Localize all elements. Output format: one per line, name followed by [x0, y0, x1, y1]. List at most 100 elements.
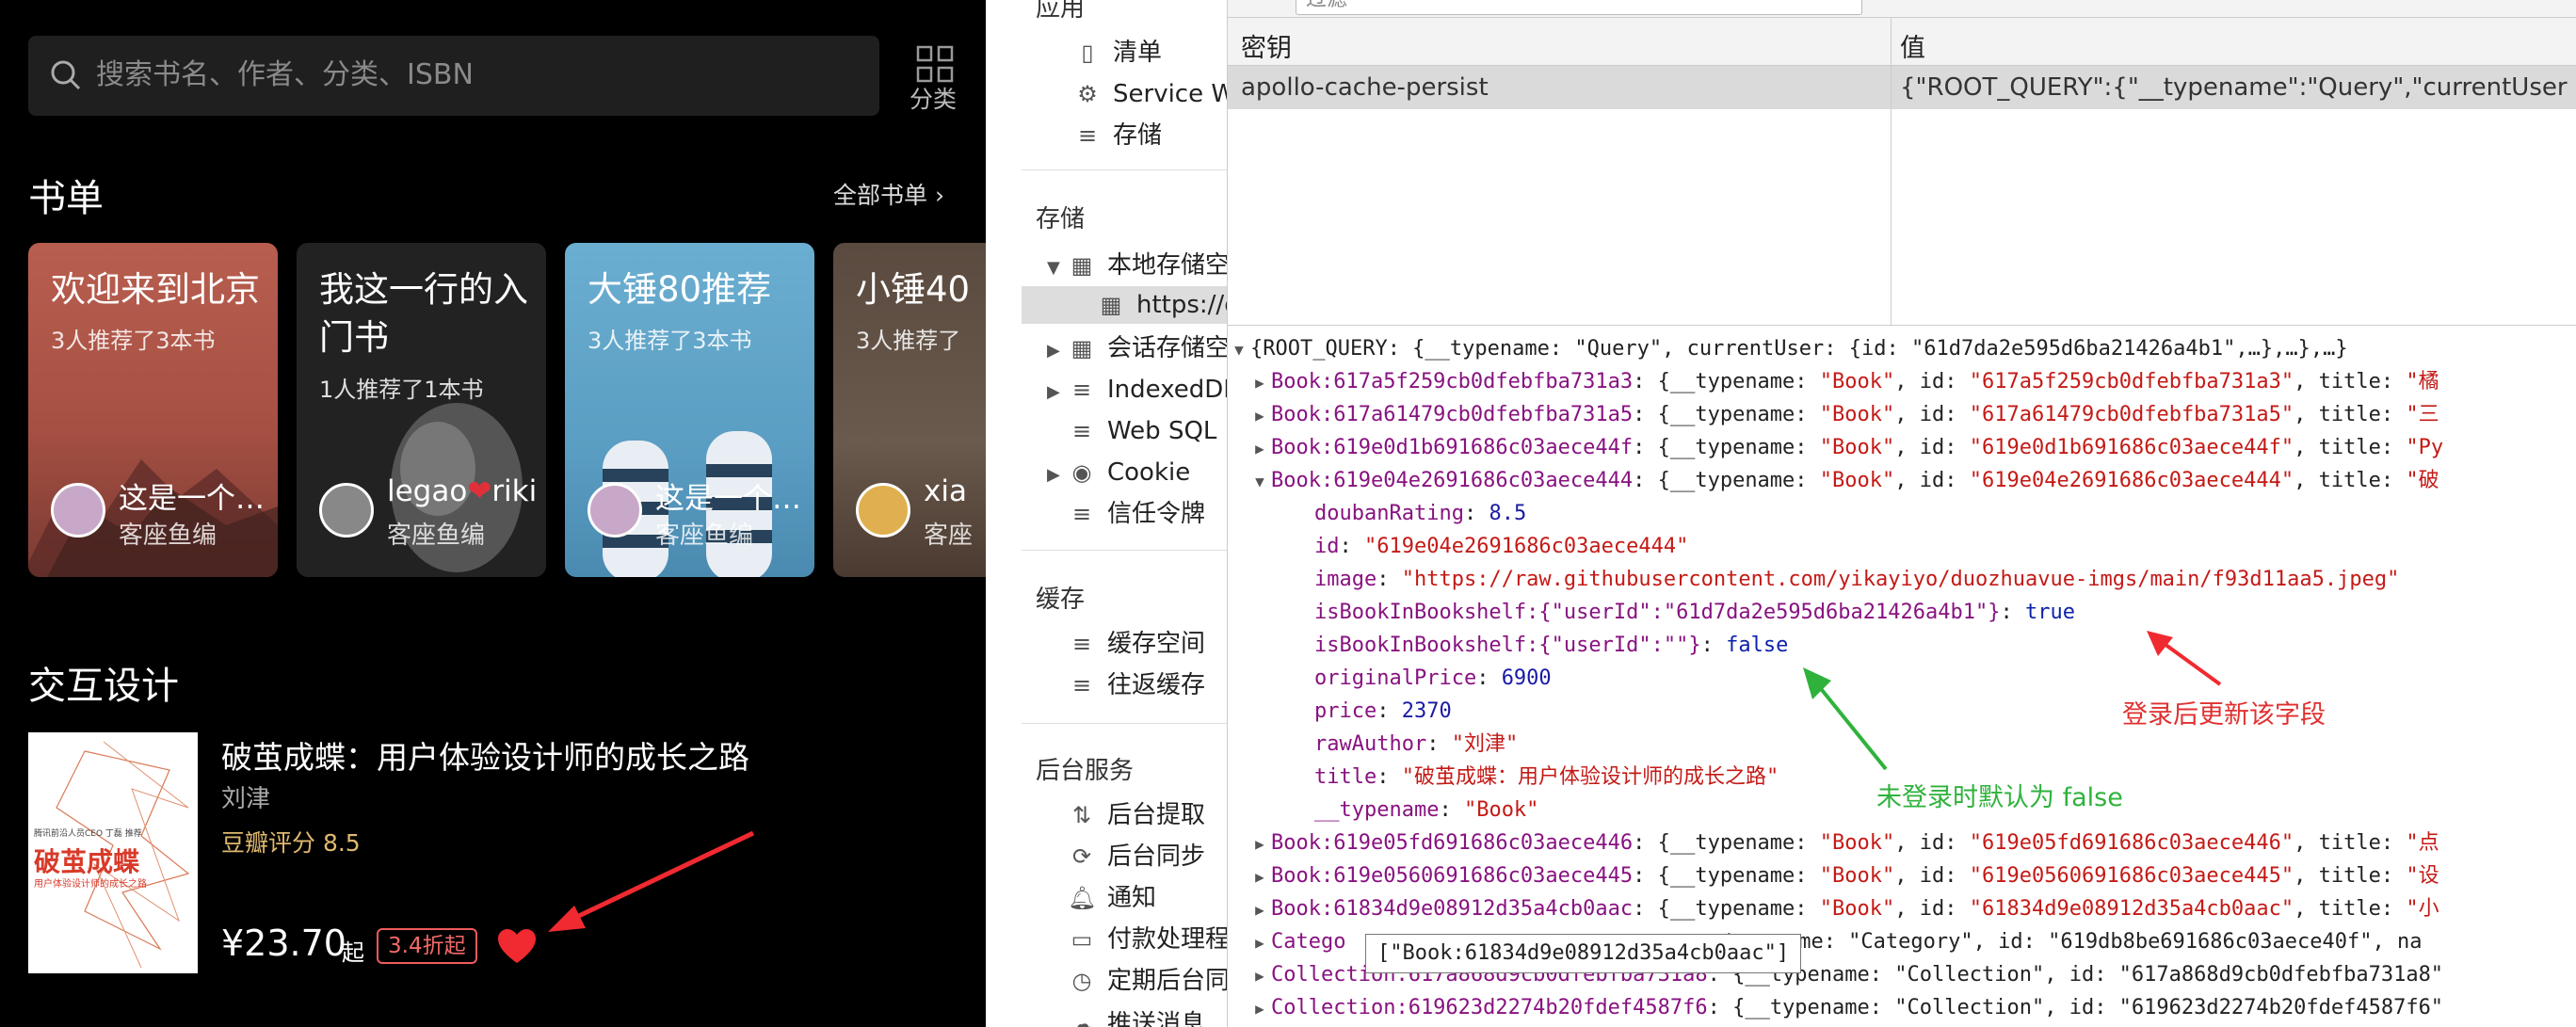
card-role: 客座鱼编	[655, 522, 754, 550]
book-author: 刘津	[221, 785, 271, 813]
sidebar-item-service-worker[interactable]: ⚙Service Wo	[1073, 75, 1227, 113]
search-bar[interactable]: 搜索书名、作者、分类、ISBN	[28, 36, 879, 116]
avatar	[856, 483, 910, 538]
tree-root[interactable]: ▼ {ROOT_QUERY: {__typename: "Query", curr…	[1228, 332, 2347, 365]
sidebar-item-notifications[interactable]: 🔔︎ 通知	[1068, 879, 1156, 917]
sidebar-item-bg-fetch[interactable]: ⇅ 后台提取	[1068, 796, 1205, 834]
file-icon: ▯	[1081, 40, 1094, 66]
grid-icon[interactable]	[916, 45, 954, 83]
sidebar-item-push-messaging[interactable]: ☁ 推送消息	[1068, 1005, 1205, 1027]
discount-badge: 3.4折起	[377, 928, 477, 964]
tree-node[interactable]: ▶ Book:619e05fd691686c03aece446: {__typen…	[1248, 826, 2439, 859]
chevron-down-icon: ▼	[1255, 473, 1264, 490]
json-tree-view: ▼ {ROOT_QUERY: {__typename: "Query", curr…	[1228, 331, 2576, 1027]
devtools-sidebar: 应用 ▯清单 ⚙Service Wo ≡存储 存储 ▼▦本地存储空 ▦https…	[1022, 0, 1228, 1027]
chevron-right-icon: ▶	[1047, 382, 1060, 402]
booklist-card[interactable]: 我这一行的入门书 1人推荐了1本书 legao❤riki 客座鱼编	[297, 243, 546, 577]
column-divider	[1891, 18, 1892, 325]
book-title[interactable]: 破茧成蝶：用户体验设计师的成长之路	[221, 732, 749, 778]
database-icon: ≡	[1071, 631, 1092, 657]
avatar	[51, 483, 105, 538]
card-subtitle: 3人推荐了3本书	[51, 328, 216, 354]
tree-node[interactable]: ▶ Book:619e0d1b691686c03aece44f: {__typen…	[1248, 431, 2443, 464]
book-rating: 豆瓣评分 8.5	[221, 829, 361, 857]
sidebar-item-manifest[interactable]: ▯ 清单	[1073, 34, 1162, 72]
chevron-right-icon: ▶	[1047, 465, 1060, 485]
tree-node[interactable]: ▶ Book:619e0560691686c03aece445: {__typen…	[1248, 859, 2439, 892]
card-subtitle: 3人推荐了	[856, 328, 961, 354]
booklist-title: 书单	[28, 177, 104, 220]
sidebar-item-payment-handler[interactable]: ▭ 付款处理程	[1068, 921, 1227, 958]
chevron-right-icon: ▶	[1255, 1000, 1264, 1018]
bell-icon: 🔔︎	[1068, 885, 1097, 911]
tree-node[interactable]: ▶ Collection:619623d2274b20fdef4587f6: {_…	[1248, 991, 2443, 1024]
tree-node-expanded[interactable]: ▼ Book:619e04e2691686c03aece444: {__typen…	[1248, 464, 2439, 497]
heart-icon[interactable]	[496, 927, 538, 965]
divider	[1022, 169, 1227, 170]
chevron-down-icon: ▼	[1234, 341, 1244, 359]
sidebar-item-web-sql[interactable]: ≡ Web SQL	[1068, 412, 1216, 450]
table-icon: ▦	[1071, 335, 1093, 361]
database-icon: ≡	[1077, 122, 1098, 149]
booklist-card[interactable]: 小锤40 3人推荐了 xia 客座	[833, 243, 986, 577]
column-header-value[interactable]: 值	[1900, 27, 1925, 64]
tree-prop: originalPrice: 6900	[1314, 666, 1552, 690]
annotation-default-false: 未登录时默认为 false	[1876, 783, 2123, 812]
avatar	[588, 483, 642, 538]
sidebar-header-background: 后台服务	[1036, 757, 1135, 785]
column-header-key[interactable]: 密钥	[1241, 27, 1292, 64]
cover-top: 腾讯前沿人员CEO 丁磊 推荐	[34, 829, 142, 839]
sidebar-item-trust-tokens[interactable]: ≡ 信任令牌	[1068, 495, 1205, 533]
tree-node[interactable]: ▶ Book:617a61479cb0dfebfba731a5: {__typen…	[1248, 398, 2439, 431]
booklist-card[interactable]: 欢迎来到北京 3人推荐了3本书 这是一个… 客座鱼编	[28, 243, 278, 577]
chevron-right-icon: ▶	[1255, 901, 1264, 919]
divider	[1228, 325, 2576, 326]
sidebar-item-cache-storage[interactable]: ≡ 缓存空间	[1068, 625, 1205, 663]
sidebar-header-cache: 缓存	[1036, 586, 1086, 614]
category-label[interactable]: 分类	[910, 81, 957, 115]
tree-prop: doubanRating: 8.5	[1314, 502, 1527, 525]
filter-toolbar: 过滤	[1228, 0, 2576, 18]
sidebar-item-indexeddb[interactable]: ▶ ≡ IndexedDB	[1047, 371, 1227, 409]
sidebar-item-bg-sync[interactable]: ⟳ 后台同步	[1068, 838, 1205, 875]
tree-prop: __typename: "Book"	[1314, 798, 1539, 822]
section-title: 交互设计	[28, 665, 179, 708]
card-role: 客座	[924, 522, 974, 550]
annotation-arrow	[1803, 667, 1888, 771]
cover-tagline: 用户体验设计师的成长之路	[34, 879, 147, 890]
chevron-right-icon: ▶	[1047, 341, 1060, 361]
tree-prop: isBookInBookshelf:{"userId":""}: false	[1314, 634, 1789, 657]
all-booklists-link[interactable]: 全部书单 ›	[833, 177, 944, 211]
arrows-updown-icon: ⇅	[1071, 802, 1092, 828]
sidebar-item-session-storage[interactable]: ▶ ▦ 会话存储空	[1047, 329, 1227, 367]
database-icon: ≡	[1071, 377, 1092, 403]
divider	[1022, 550, 1227, 551]
card-subtitle: 1人推荐了1本书	[319, 377, 484, 403]
tree-prop: isBookInBookshelf:{"userId":"61d7da2e595…	[1314, 601, 2075, 624]
tree-prop: id: "619e04e2691686c03aece444"	[1314, 535, 1689, 558]
table-row[interactable]: apollo-cache-persist {"ROOT_QUERY":{"__t…	[1228, 66, 2576, 109]
tree-node[interactable]: ▶ Book:61834d9e08912d35a4cb0aac: {__typen…	[1248, 892, 2439, 925]
database-icon: ≡	[1071, 672, 1092, 698]
card-title: 欢迎来到北京	[51, 269, 260, 310]
sidebar-item-local-storage[interactable]: ▼ ▦ 本地存储空	[1047, 247, 1227, 284]
annotation-login-update: 登录后更新该字段	[2122, 700, 2326, 730]
sidebar-item-periodic-sync[interactable]: ◷ 定期后台同	[1068, 962, 1227, 1000]
price-suffix: 起	[342, 939, 364, 966]
booklist-card[interactable]: 大锤80推荐 3人推荐了3本书 这是一个… 客座鱼编	[565, 243, 814, 577]
sidebar-item-storage[interactable]: ≡ 存储	[1073, 117, 1162, 154]
chevron-right-icon: ▶	[1255, 374, 1264, 392]
chevron-right-icon: ▶	[1255, 967, 1264, 985]
sidebar-item-cookie[interactable]: ▶ ◉ Cookie	[1047, 454, 1190, 491]
card-title: 大锤80推荐	[588, 269, 772, 310]
divider	[1022, 723, 1227, 724]
sync-icon: ⟳	[1071, 843, 1092, 870]
book-cover[interactable]: 腾讯前沿人员CEO 丁磊 推荐 破茧成蝶 用户体验设计师的成长之路	[28, 732, 198, 973]
filter-input[interactable]: 过滤	[1296, 0, 1862, 15]
table-icon: ▦	[1071, 252, 1093, 279]
tree-node[interactable]: ▶ Book:617a5f259cb0dfebfba731a3: {__typen…	[1248, 365, 2439, 398]
cell-key: apollo-cache-persist	[1241, 73, 1489, 102]
sidebar-item-origin[interactable]: ▦https://d	[1097, 286, 1227, 324]
sidebar-item-bfcache[interactable]: ≡ 往返缓存	[1068, 666, 1205, 704]
sidebar-header-storage: 存储	[1036, 205, 1086, 233]
